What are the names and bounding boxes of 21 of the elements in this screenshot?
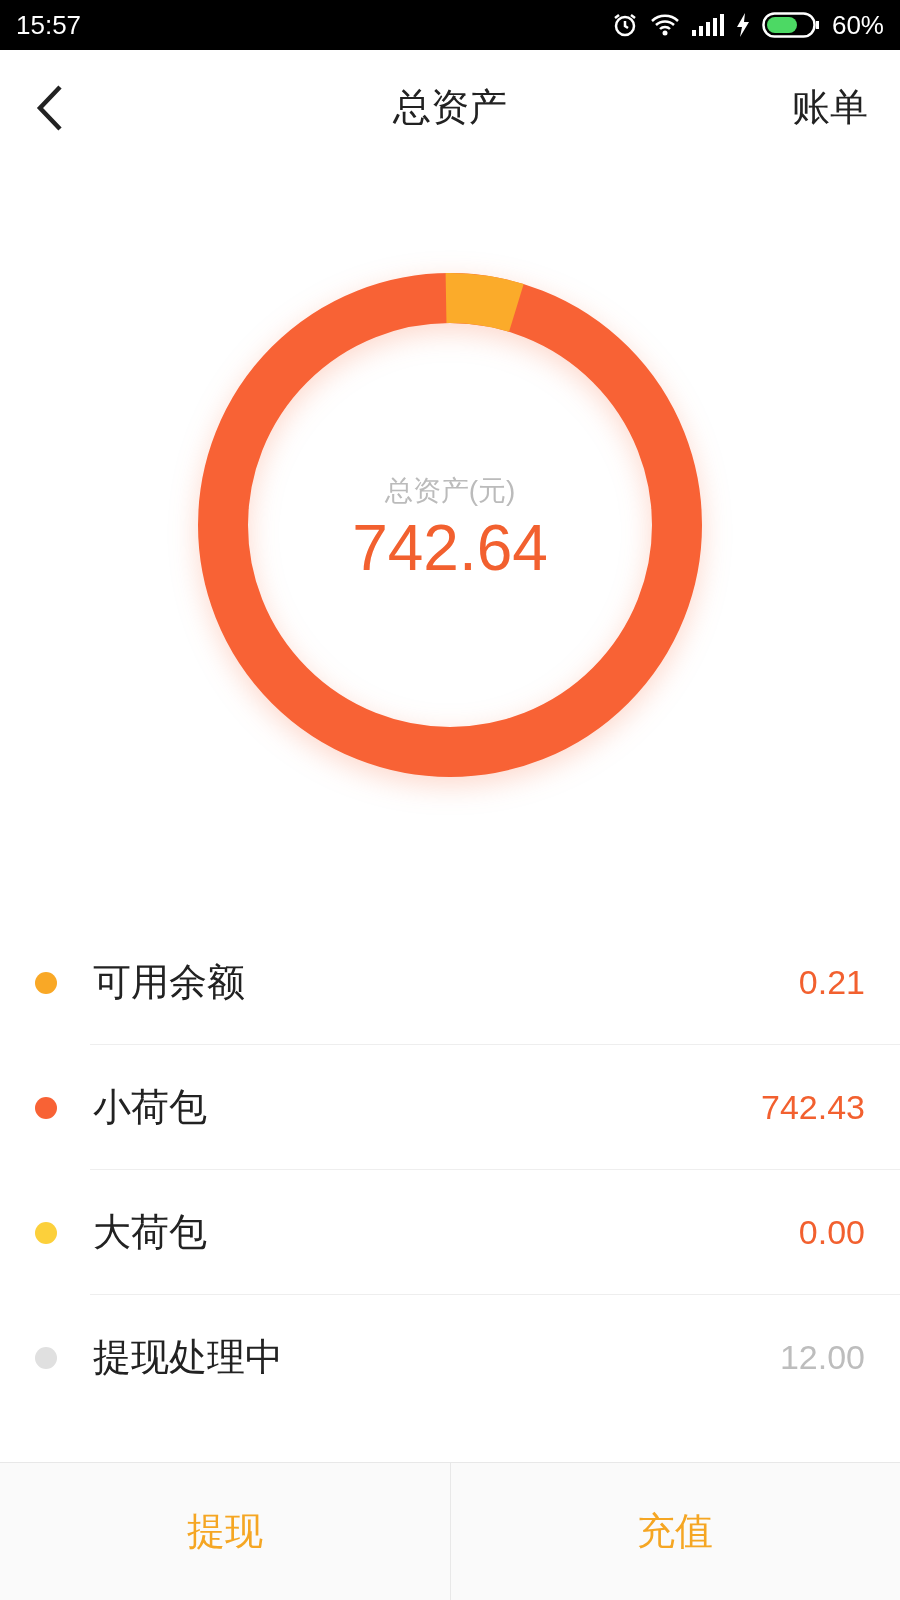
action-button[interactable]: 充值: [449, 1463, 900, 1600]
page-title: 总资产: [393, 85, 507, 130]
item-label: 提现处理中: [93, 1335, 283, 1380]
item-value: 12.00: [779, 1337, 865, 1378]
wifi-icon: [649, 13, 680, 37]
charging-icon: [735, 13, 750, 37]
item-value: 0.21: [798, 962, 865, 1003]
back-icon: [36, 83, 64, 132]
total-label: 总资产(元): [384, 474, 516, 508]
bill-link[interactable]: 账单: [792, 79, 868, 136]
status-time: 15:57: [16, 8, 82, 42]
item-label: 可用余额: [93, 960, 245, 1005]
battery-percent: 60%: [831, 8, 884, 42]
item-label: 大荷包: [93, 1210, 207, 1255]
battery-icon: [761, 12, 820, 38]
item-value: 742.43: [761, 1087, 865, 1128]
item-label: 小荷包: [93, 1085, 207, 1130]
item-value: 0.00: [798, 1212, 865, 1253]
total-value: 742.64: [352, 516, 548, 580]
action-button[interactable]: 提现: [0, 1463, 450, 1600]
signal-icon: [691, 14, 724, 36]
